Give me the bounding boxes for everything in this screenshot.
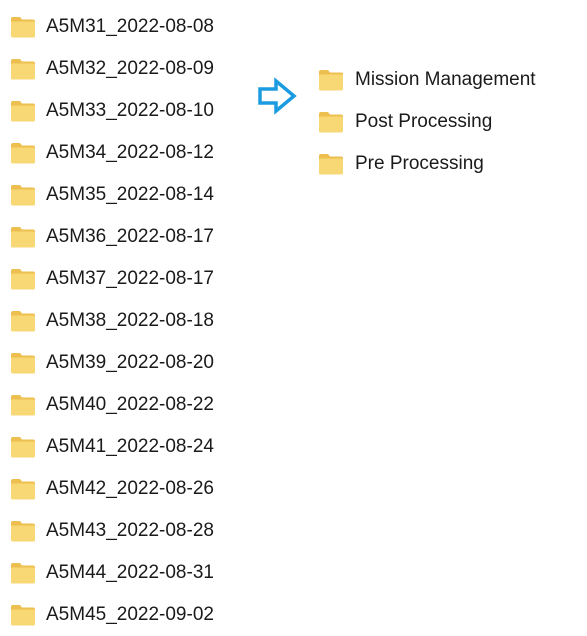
folder-item[interactable]: A5M33_2022-08-10 <box>0 90 270 132</box>
folder-item[interactable]: A5M32_2022-08-09 <box>0 48 270 90</box>
right-arrow-icon <box>257 76 299 116</box>
folder-icon <box>318 111 344 133</box>
folder-icon <box>10 142 36 164</box>
folder-item[interactable]: A5M40_2022-08-22 <box>0 384 270 426</box>
folder-item[interactable]: A5M43_2022-08-28 <box>0 510 270 552</box>
folder-item[interactable]: Mission Management <box>310 59 587 101</box>
folder-icon <box>10 562 36 584</box>
right-folder-list: Mission Management Post Processing Pre P… <box>310 59 587 185</box>
folder-icon <box>10 268 36 290</box>
folder-item[interactable]: A5M41_2022-08-24 <box>0 426 270 468</box>
folder-name: A5M34_2022-08-12 <box>46 142 214 163</box>
folder-name: Mission Management <box>355 69 536 90</box>
folder-item[interactable]: A5M37_2022-08-17 <box>0 258 270 300</box>
folder-name: A5M43_2022-08-28 <box>46 520 214 541</box>
folder-name: A5M40_2022-08-22 <box>46 394 214 415</box>
folder-icon <box>10 604 36 626</box>
folder-name: A5M45_2022-09-02 <box>46 604 214 625</box>
folder-icon <box>10 478 36 500</box>
folder-item[interactable]: A5M38_2022-08-18 <box>0 300 270 342</box>
folder-icon <box>10 520 36 542</box>
folder-item[interactable]: A5M42_2022-08-26 <box>0 468 270 510</box>
folder-item[interactable]: A5M39_2022-08-20 <box>0 342 270 384</box>
folder-name: A5M42_2022-08-26 <box>46 478 214 499</box>
folder-icon <box>10 226 36 248</box>
folder-icon <box>318 153 344 175</box>
folder-icon <box>318 69 344 91</box>
folder-name: Post Processing <box>355 111 493 132</box>
folder-name: A5M36_2022-08-17 <box>46 226 214 247</box>
folder-item[interactable]: A5M31_2022-08-08 <box>0 6 270 48</box>
folder-item[interactable]: A5M44_2022-08-31 <box>0 552 270 594</box>
folder-name: A5M44_2022-08-31 <box>46 562 214 583</box>
folder-name: A5M41_2022-08-24 <box>46 436 214 457</box>
folder-item[interactable]: Post Processing <box>310 101 587 143</box>
folder-name: A5M33_2022-08-10 <box>46 100 214 121</box>
folder-name: A5M37_2022-08-17 <box>46 268 214 289</box>
folder-icon <box>10 436 36 458</box>
folder-name: Pre Processing <box>355 153 484 174</box>
folder-icon <box>10 310 36 332</box>
folder-icon <box>10 352 36 374</box>
folder-icon <box>10 394 36 416</box>
folder-name: A5M38_2022-08-18 <box>46 310 214 331</box>
folder-item[interactable]: A5M34_2022-08-12 <box>0 132 270 174</box>
folder-name: A5M39_2022-08-20 <box>46 352 214 373</box>
folder-icon <box>10 184 36 206</box>
folder-item[interactable]: A5M36_2022-08-17 <box>0 216 270 258</box>
left-folder-list: A5M31_2022-08-08 A5M32_2022-08-09 A5M33_… <box>0 6 270 636</box>
folder-icon <box>10 16 36 38</box>
folder-item[interactable]: Pre Processing <box>310 143 587 185</box>
folder-item[interactable]: A5M35_2022-08-14 <box>0 174 270 216</box>
folder-name: A5M31_2022-08-08 <box>46 16 214 37</box>
folder-icon <box>10 58 36 80</box>
folder-name: A5M35_2022-08-14 <box>46 184 214 205</box>
folder-icon <box>10 100 36 122</box>
folder-name: A5M32_2022-08-09 <box>46 58 214 79</box>
